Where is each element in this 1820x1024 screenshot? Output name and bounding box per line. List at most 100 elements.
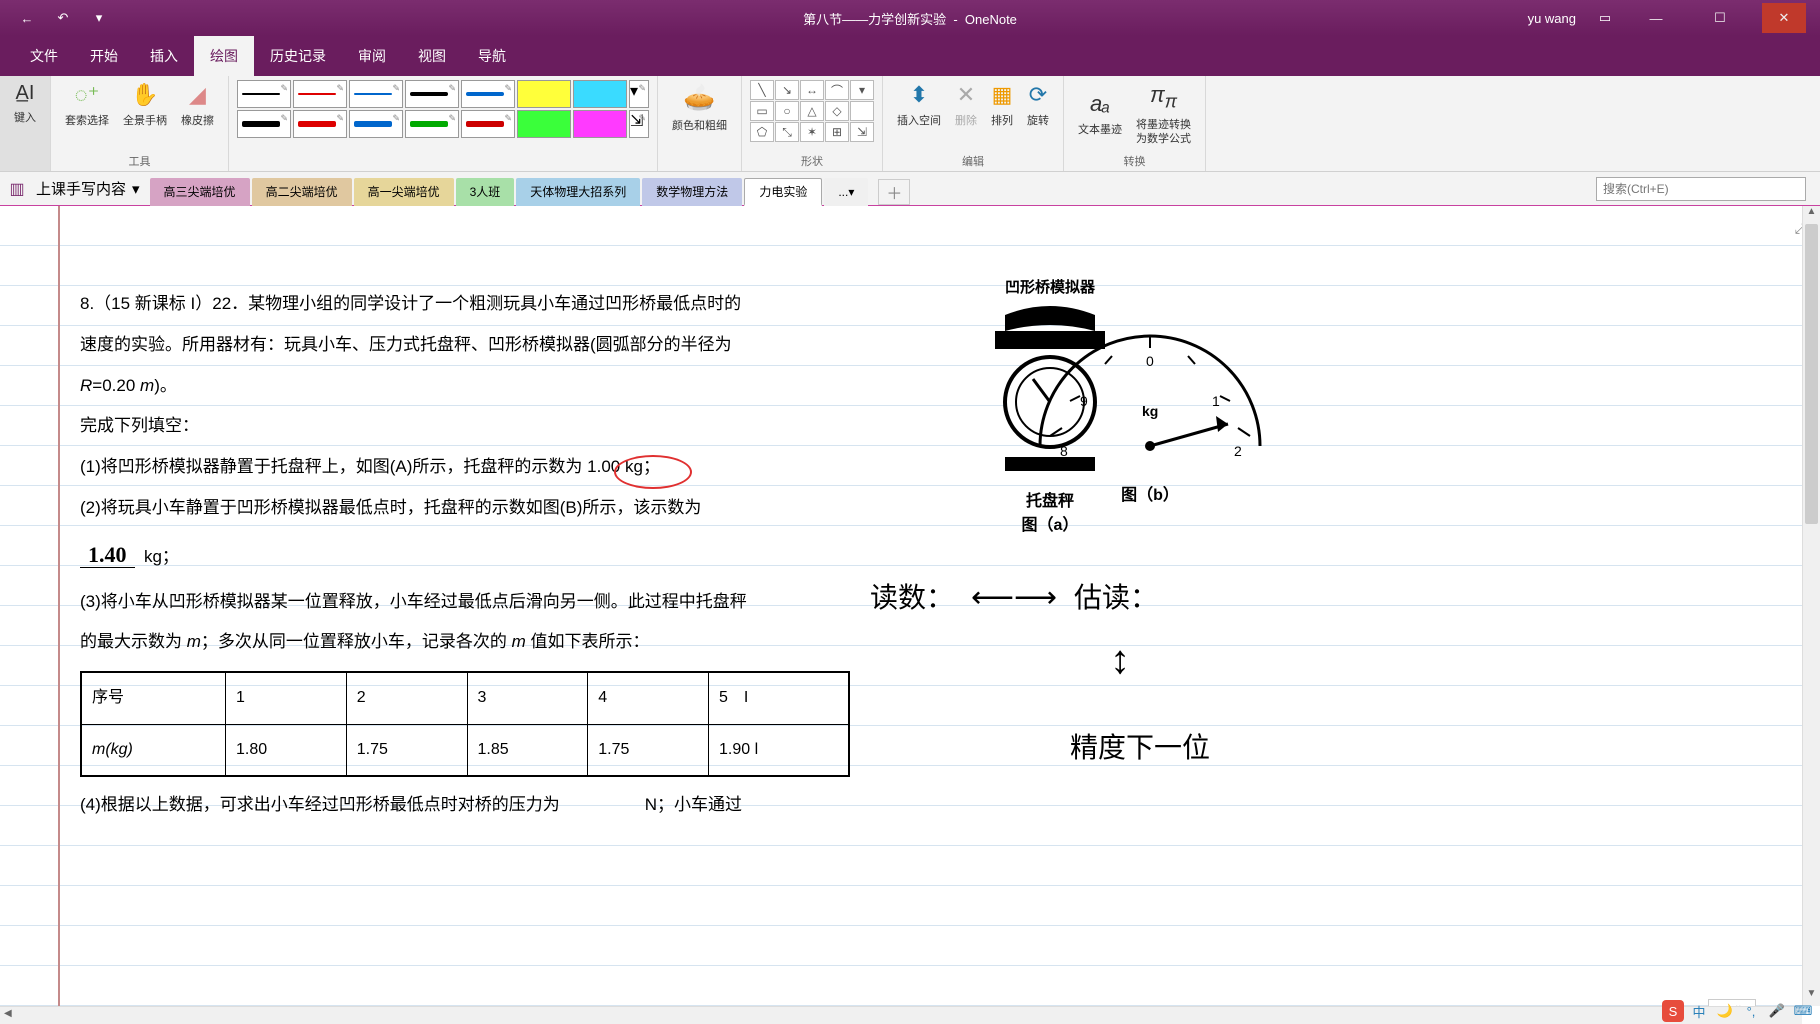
svg-text:9: 9 (1080, 393, 1088, 409)
section-tab-4[interactable]: 天体物理大招系列 (516, 178, 640, 206)
menu-insert[interactable]: 插入 (134, 36, 194, 76)
eraser-button[interactable]: ◢橡皮擦 (175, 80, 220, 130)
menu-review[interactable]: 审阅 (342, 36, 402, 76)
section-tab-1[interactable]: 高二尖端培优 (252, 178, 352, 206)
highlighter-cyan[interactable] (573, 80, 627, 108)
lasso-button[interactable]: ◌⁺套索选择 (59, 80, 115, 130)
shape-oval[interactable]: ○ (775, 101, 799, 121)
tools-group-label: 工具 (59, 153, 220, 169)
tray-icon-sogou[interactable]: S (1662, 1000, 1684, 1022)
shape-diamond[interactable]: ◇ (825, 101, 849, 121)
horizontal-scrollbar[interactable]: ◀ (0, 1006, 1802, 1024)
sections-more[interactable]: ... ▾ (824, 178, 868, 206)
ribbon-options-icon[interactable]: ▭ (1596, 9, 1614, 27)
shape-darrow[interactable]: ↔ (800, 80, 824, 100)
menu-draw[interactable]: 绘图 (194, 36, 254, 76)
pen-black-med[interactable] (405, 80, 459, 108)
shape-more2[interactable] (850, 101, 874, 121)
type-button[interactable]: A̲I键入 (8, 80, 42, 127)
shape-line[interactable]: ╲ (750, 80, 774, 100)
shape-axis2[interactable]: ⤡ (775, 122, 799, 142)
shape-rect[interactable]: ▭ (750, 101, 774, 121)
scroll-left-icon[interactable]: ◀ (4, 1008, 12, 1019)
maximize-button[interactable]: ☐ (1698, 3, 1742, 33)
delete-button[interactable]: ✕删除 (949, 80, 983, 130)
ink-to-math-button[interactable]: ππ将墨迹转换为数学公式 (1130, 80, 1197, 148)
highlighter-yellow[interactable] (517, 80, 571, 108)
lasso-icon: ◌⁺ (75, 82, 100, 108)
scroll-thumb[interactable] (1805, 224, 1818, 524)
section-tab-3[interactable]: 3人班 (456, 178, 515, 206)
color-thickness-button[interactable]: 🥧颜色和粗细 (666, 80, 733, 135)
shapes-gallery[interactable]: ╲↘↔⌒▾ ▭○△◇ ⬠⤡✶⊞⇲ (750, 80, 874, 142)
qat-dropdown-icon[interactable]: ▾ (90, 9, 108, 27)
shape-curve[interactable]: ⌒ (825, 80, 849, 100)
rotate-button[interactable]: ⟳旋转 (1021, 80, 1055, 130)
menu-nav[interactable]: 导航 (462, 36, 522, 76)
menubar: 文件 开始 插入 绘图 历史记录 审阅 视图 导航 (0, 36, 1820, 76)
highlighter-green[interactable] (517, 110, 571, 138)
pen-black-thin[interactable] (237, 80, 291, 108)
back-icon[interactable]: ← (18, 9, 36, 27)
section-tab-6[interactable]: 力电实验 (744, 178, 822, 206)
pen-gallery-expand[interactable]: ⇲ (629, 110, 649, 138)
scroll-up-icon[interactable]: ▲ (1803, 206, 1820, 224)
pen-gallery-more[interactable]: ▾ (629, 80, 649, 108)
close-button[interactable]: ✕ (1762, 3, 1806, 33)
shape-more1[interactable]: ▾ (850, 80, 874, 100)
ink-circle (614, 455, 692, 489)
section-tab-2[interactable]: 高一尖端培优 (354, 178, 454, 206)
pen-red-thick[interactable] (293, 110, 347, 138)
tray-icon-moon[interactable]: 🌙 (1714, 1000, 1736, 1022)
search-input[interactable] (1596, 177, 1806, 201)
tray-icon-mic[interactable]: 🎤 (1766, 1000, 1788, 1022)
data-table: 序号12345 I m(kg)1.801.751.851.751.90 l (80, 671, 850, 777)
menu-history[interactable]: 历史记录 (254, 36, 342, 76)
edit-group-label: 编辑 (891, 153, 1055, 169)
tray-icon-cn[interactable]: 中 (1688, 1000, 1710, 1022)
pan-button[interactable]: ✋全景手柄 (117, 80, 173, 130)
shape-arrow[interactable]: ↘ (775, 80, 799, 100)
menu-file[interactable]: 文件 (14, 36, 74, 76)
shape-expand[interactable]: ⇲ (850, 122, 874, 142)
pen-blue-med[interactable] (461, 80, 515, 108)
minimize-button[interactable]: — (1634, 3, 1678, 33)
user-name[interactable]: yu wang (1528, 11, 1576, 26)
menu-view[interactable]: 视图 (402, 36, 462, 76)
insert-space-icon: ⬍ (910, 82, 928, 108)
pen-red-thin[interactable] (293, 80, 347, 108)
insert-space-button[interactable]: ⬍插入空间 (891, 80, 947, 130)
tray-icon-keyboard[interactable]: ⌨ (1792, 1000, 1814, 1022)
notebook-icon[interactable]: ▥ (8, 180, 26, 198)
svg-text:8: 8 (1060, 443, 1068, 459)
ink-math-icon: ππ (1150, 82, 1177, 112)
svg-text:kg: kg (1142, 403, 1158, 419)
menu-home[interactable]: 开始 (74, 36, 134, 76)
page-canvas[interactable]: ⤢ 8.（15 新课标 I）22．某物理小组的同学设计了一个粗测玩具小车通过凹形… (0, 206, 1820, 1024)
pen-red2-thick[interactable] (461, 110, 515, 138)
notebook-dropdown[interactable]: 上课手写内容▾ (26, 174, 150, 203)
section-tab-5[interactable]: 数学物理方法 (642, 178, 742, 206)
shape-axis3[interactable]: ✶ (800, 122, 824, 142)
rotate-icon: ⟳ (1029, 82, 1047, 108)
tray-icon-comma[interactable]: °, (1740, 1000, 1762, 1022)
vertical-scrollbar[interactable]: ▲ ▼ (1802, 206, 1820, 1006)
tray-icons: S 中 🌙 °, 🎤 ⌨ (1662, 1000, 1814, 1022)
ink-to-text-button[interactable]: aₐ文本墨迹 (1072, 80, 1128, 148)
pen-blue-thick[interactable] (349, 110, 403, 138)
ink-text-icon: aₐ (1090, 91, 1110, 117)
pen-green-thick[interactable] (405, 110, 459, 138)
shape-grid3d[interactable]: ⊞ (825, 122, 849, 142)
svg-text:2: 2 (1234, 443, 1242, 459)
shape-penta[interactable]: ⬠ (750, 122, 774, 142)
shape-tri[interactable]: △ (800, 101, 824, 121)
figure-b-svg: 8 9 0 1 2 kg (1020, 306, 1280, 476)
cursor-text-icon: A̲I (16, 82, 35, 105)
pen-blue-thin[interactable] (349, 80, 403, 108)
pen-black-thick[interactable] (237, 110, 291, 138)
highlighter-magenta[interactable] (573, 110, 627, 138)
arrange-button[interactable]: ▦排列 (985, 80, 1019, 130)
add-section-button[interactable]: ＋ (878, 179, 910, 205)
undo-icon[interactable]: ↶ (54, 9, 72, 27)
section-tab-0[interactable]: 高三尖端培优 (150, 178, 250, 206)
